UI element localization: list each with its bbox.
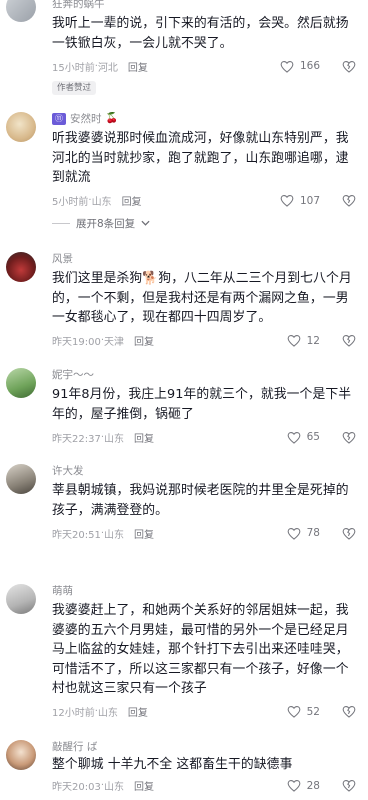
comment-location: 山东 [97, 708, 118, 719]
comment-body: 风景 我们这里是杀狗🐕狗，八二年从二三个月到七八个月的，一个不剩，但是我村还是有… [52, 252, 360, 350]
heart-icon[interactable] [280, 60, 294, 73]
username-text[interactable]: 敲醒行 ば [52, 740, 97, 754]
comment-actions: 166 [280, 57, 356, 75]
comment-time: 5小时前 [52, 197, 89, 208]
username[interactable]: ⑪ 安然时 🍒 [52, 112, 360, 126]
comment-actions: 65 [287, 428, 356, 446]
avatar[interactable] [6, 584, 36, 614]
avatar[interactable] [6, 252, 36, 282]
comment-location: 山东 [104, 782, 125, 793]
comment-text: 听我婆婆说那时候血流成河，好像就山东特别严，我河北的当时就抄家，跑了就跑了，山东… [52, 131, 349, 185]
comment-location: 山东 [104, 433, 125, 445]
comment-meta: 12小时前 · 山东 回复 52 [52, 703, 360, 721]
heart-icon[interactable] [280, 194, 294, 207]
level-badge: ⑪ [52, 113, 66, 125]
comment-body: 狂奔的蜗牛 我听上一辈的说，引下来的有活的，会哭。然后就扬一铁锨白灰，一会儿就不… [52, 0, 360, 95]
reply-button[interactable]: 回复 [128, 59, 148, 74]
avatar[interactable] [6, 368, 36, 398]
comment-meta: 昨天20:03 · 山东 回复 28 [52, 777, 360, 795]
expand-replies-button[interactable]: 展开8条回复 [52, 216, 360, 231]
like-count: 107 [299, 194, 320, 207]
comment-time: 昨天20:03 [52, 782, 101, 793]
broken-heart-icon[interactable] [342, 60, 356, 73]
comment-text: 我们这里是杀狗🐕狗，八二年从二三个月到七八个月的，一个不剩，但是我村还是有两个漏… [52, 271, 352, 325]
author-liked-tag: 作者赞过 [52, 81, 97, 95]
comment-time: 昨天22:37 [52, 433, 101, 445]
heart-icon[interactable] [287, 431, 301, 444]
comment-text: 整个聊城 十羊九不全 这都畜生干的缺德事 [52, 757, 293, 772]
comment-time: 昨天20:51 [52, 529, 101, 541]
heart-icon[interactable] [287, 527, 301, 540]
comment-text: 我婆婆赶上了，和她两个关系好的邻居姐妹一起，我婆婆的五六个月男娃，最可惜的另外一… [52, 603, 349, 696]
username[interactable]: 敲醒行 ば [52, 740, 360, 754]
comment-time: 昨天19:00 [52, 337, 101, 348]
comment-location: 河北 [97, 62, 118, 74]
reply-button[interactable]: 回复 [122, 193, 142, 208]
username-text[interactable]: 安然时 [70, 112, 102, 126]
username[interactable]: 风景 [52, 252, 360, 266]
comment-meta: 昨天22:37 · 山东 回复 65 [52, 428, 360, 446]
comment-actions: 107 [280, 192, 356, 210]
broken-heart-icon[interactable] [342, 705, 356, 718]
avatar[interactable] [6, 112, 36, 142]
comment-body: 妮宇～～ 91年8月份，我庄上91年的就三个，就我一个是下半年的，屋子推倒，锅砸… [52, 368, 360, 446]
broken-heart-icon[interactable] [342, 527, 356, 540]
broken-heart-icon[interactable] [342, 431, 356, 444]
comment-body: 萌萌 我婆婆赶上了，和她两个关系好的邻居姐妹一起，我婆婆的五六个月男娃，最可惜的… [52, 584, 360, 721]
comment-actions: 78 [287, 524, 356, 542]
like-count: 166 [299, 60, 320, 72]
comment-body: 许大发 莘县朝城镇，我妈说那时候老医院的井里全是死掉的孩子，满满登登的。 昨天2… [52, 464, 360, 542]
comment-meta: 5小时前 · 山东 回复 107 [52, 192, 360, 210]
comment-body: 敲醒行 ば 整个聊城 十羊九不全 这都畜生干的缺德事 昨天20:03 · 山东 回复… [52, 740, 360, 795]
broken-heart-icon[interactable] [342, 779, 356, 792]
reply-button[interactable]: 回复 [134, 526, 154, 541]
heart-icon[interactable] [287, 779, 301, 792]
divider [52, 222, 70, 224]
comment-time: 12小时前 [52, 708, 95, 719]
username-text[interactable]: 妮宇～～ [52, 368, 94, 382]
comment-time: 15小时前 [52, 62, 95, 74]
comment-text: 莘县朝城镇，我妈说那时候老医院的井里全是死掉的孩子，满满登登的。 [52, 483, 349, 518]
comment-location: 山东 [91, 197, 112, 208]
username-text[interactable]: 狂奔的蜗牛 [52, 0, 105, 11]
reply-button[interactable]: 回复 [134, 333, 154, 348]
reply-button[interactable]: 回复 [134, 778, 154, 793]
username[interactable]: 狂奔的蜗牛 [52, 0, 360, 11]
reply-button[interactable]: 回复 [128, 704, 148, 719]
comment-meta: 昨天19:00 · 天津 回复 12 [52, 332, 360, 350]
comment-location: 天津 [104, 337, 125, 348]
like-count: 28 [306, 779, 320, 792]
chevron-down-icon [141, 217, 150, 229]
comment-body: ⑪ 安然时 🍒 听我婆婆说那时候血流成河，好像就山东特别严，我河北的当时就抄家，跑了… [52, 112, 360, 231]
heart-icon[interactable] [287, 334, 301, 347]
comment-meta: 昨天20:51 · 山东 回复 78 [52, 524, 360, 542]
like-count: 52 [306, 705, 320, 718]
username[interactable]: 妮宇～～ [52, 368, 360, 382]
comment-actions: 28 [287, 777, 356, 795]
like-count: 78 [306, 527, 320, 539]
comment-location: 山东 [104, 529, 125, 541]
reply-button[interactable]: 回复 [134, 430, 154, 445]
cherry-icon: 🍒 [105, 113, 118, 124]
username[interactable]: 许大发 [52, 464, 360, 478]
broken-heart-icon[interactable] [342, 334, 356, 347]
username-text[interactable]: 风景 [52, 252, 73, 266]
like-count: 12 [306, 334, 320, 347]
like-count: 65 [306, 431, 320, 443]
username-text[interactable]: 许大发 [52, 464, 84, 478]
comment-actions: 52 [287, 703, 356, 721]
expand-replies-label[interactable]: 展开8条回复 [76, 216, 135, 231]
heart-icon[interactable] [287, 705, 301, 718]
comment-text: 91年8月份，我庄上91年的就三个，就我一个是下半年的，屋子推倒，锅砸了 [52, 387, 352, 422]
avatar[interactable] [6, 0, 36, 22]
comment-actions: 12 [287, 332, 356, 350]
comment-text: 我听上一辈的说，引下来的有活的，会哭。然后就扬一铁锨白灰，一会儿就不哭了。 [52, 16, 349, 51]
username-text[interactable]: 萌萌 [52, 584, 73, 598]
avatar[interactable] [6, 464, 36, 494]
broken-heart-icon[interactable] [342, 194, 356, 207]
comment-meta: 15小时前 · 河北 回复 166 [52, 57, 360, 75]
avatar[interactable] [6, 740, 36, 770]
username[interactable]: 萌萌 [52, 584, 360, 598]
